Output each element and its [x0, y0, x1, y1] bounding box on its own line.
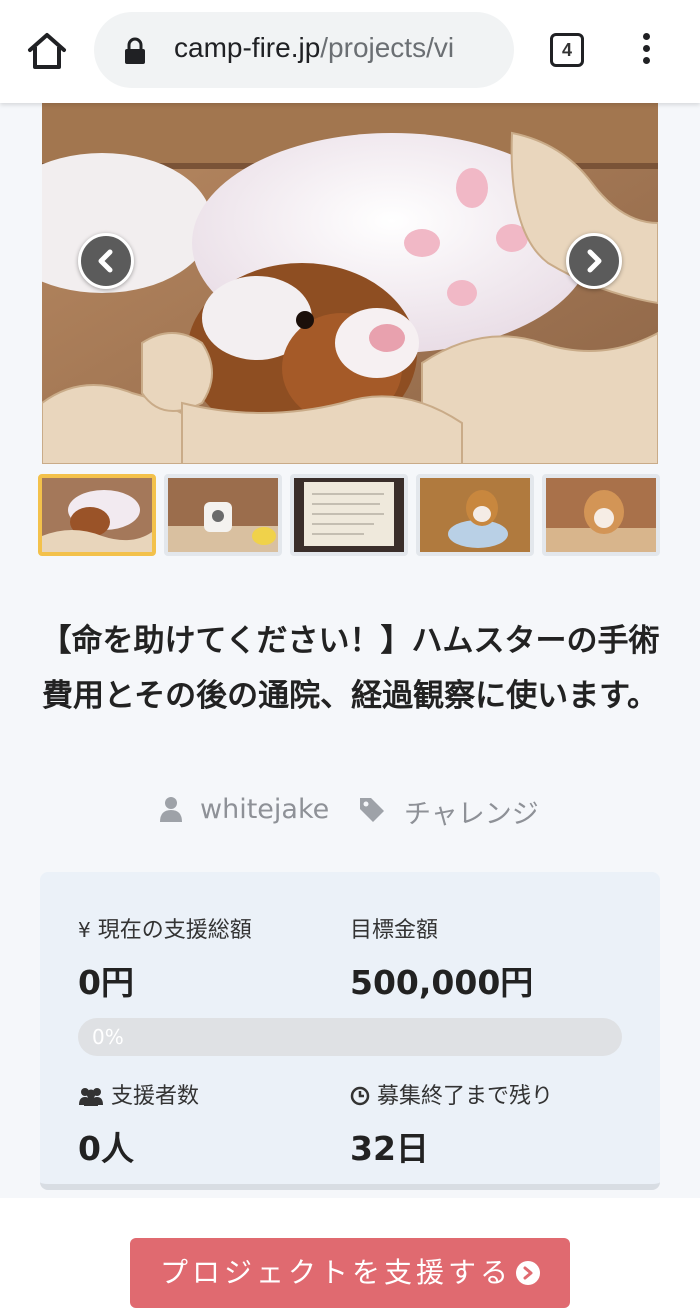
support-project-label: プロジェクトを支援する [159, 1256, 512, 1289]
user-icon [160, 797, 182, 822]
tab-switcher-button[interactable]: 4 [550, 33, 584, 67]
project-main-image [42, 103, 658, 464]
goal-amount-value: 500,000円 [350, 963, 534, 1002]
url-text: camp-fire.jp/projects/vi [174, 32, 514, 64]
remaining-value: 32日 [350, 1129, 429, 1168]
url-path: /projects/vi [320, 32, 455, 63]
project-title: 【命を助けてください！】ハムスターの手術費用とその後の通院、経過観察に使います。 [40, 623, 660, 714]
thumbnail-5[interactable] [542, 474, 660, 556]
goal-amount-label: 目標金額 [350, 918, 439, 943]
address-bar[interactable]: camp-fire.jp/projects/vi [94, 12, 514, 88]
thumbnail-2[interactable] [164, 474, 282, 556]
project-owner-name: whitejake [200, 794, 330, 825]
browser-toolbar: camp-fire.jp/projects/vi 4 [0, 0, 700, 103]
home-icon[interactable] [24, 28, 70, 74]
image-thumbnail-strip [38, 472, 662, 558]
thumbnail-1[interactable] [38, 474, 156, 556]
bottom-cta-bar: プロジェクトを支援する [0, 1198, 700, 1316]
remaining-label: 募集終了まで残り [350, 1078, 553, 1110]
tag-icon [360, 798, 384, 822]
support-project-button[interactable]: プロジェクトを支援する [130, 1238, 570, 1308]
previous-image-button[interactable] [78, 233, 134, 289]
funding-progress-bar: 0% [78, 1018, 622, 1056]
next-image-button[interactable] [566, 233, 622, 289]
more-menu-icon[interactable] [636, 30, 656, 70]
users-icon [79, 1088, 103, 1106]
backers-value: 0人 [78, 1129, 134, 1168]
progress-percent-text: 0% [92, 1025, 124, 1049]
chevron-right-icon [587, 249, 602, 273]
lock-icon [124, 37, 146, 65]
thumbnail-3[interactable] [290, 474, 408, 556]
clock-icon [350, 1086, 370, 1106]
chevron-left-icon [98, 249, 113, 273]
yen-icon: ¥ [78, 918, 91, 942]
backers-label: 支援者数 [78, 1078, 199, 1110]
url-domain: camp-fire.jp [174, 32, 321, 63]
thumbnail-4[interactable] [416, 474, 534, 556]
current-amount-label: ¥ 現在の支援総額 [78, 918, 252, 943]
funding-stats-card: ¥ 現在の支援総額 0円 目標金額 500,000円 0% 支援者数 0人 募集… [40, 872, 660, 1190]
project-category-label: チャレンジ [404, 799, 539, 830]
project-meta: whitejake チャレンジ [0, 790, 700, 830]
chevron-circle-right-icon [516, 1261, 540, 1285]
current-amount-value: 0円 [78, 963, 134, 1002]
